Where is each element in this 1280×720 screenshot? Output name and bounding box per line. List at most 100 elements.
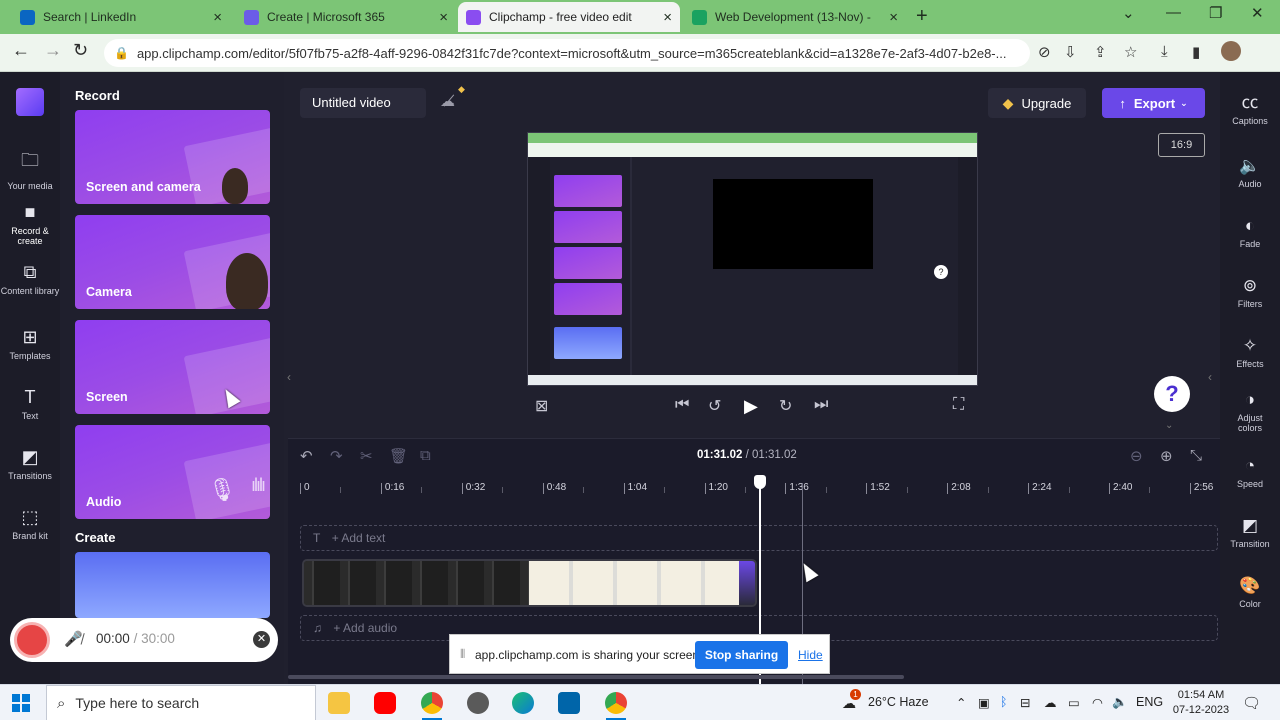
tab-web-development[interactable]: Web Development (13-Nov) - × [684, 2, 906, 32]
chevron-down-icon[interactable]: ⌄ [1165, 420, 1173, 431]
play-icon[interactable]: ▶ [744, 396, 758, 417]
camera-card[interactable]: Camera [75, 215, 270, 309]
delete-icon[interactable]: 🗑 [389, 447, 408, 465]
nav-your-media[interactable]: 🗀 Your media [0, 148, 60, 191]
forward-5s-icon[interactable]: ↻ [779, 396, 792, 416]
tab-microsoft-365[interactable]: Create | Microsoft 365 × [236, 2, 456, 32]
hide-preview-icon[interactable]: ⊠ [535, 396, 548, 416]
hide-link[interactable]: Hide [798, 648, 823, 662]
close-icon[interactable]: × [213, 9, 222, 26]
youtube-icon[interactable] [374, 692, 396, 714]
video-clip[interactable] [302, 559, 757, 607]
rnav-captions[interactable]: ㏄ Captions [1220, 88, 1280, 126]
record-button[interactable] [14, 622, 50, 658]
notifications-icon[interactable]: 🗨 [1242, 694, 1261, 712]
undo-icon[interactable]: ↶ [300, 447, 313, 465]
nav-record-create[interactable]: ■ Record & create [0, 202, 60, 246]
bookmark-star-icon[interactable]: ☆ [1124, 43, 1137, 61]
volume-icon[interactable]: 🔈 [1112, 695, 1128, 710]
video-preview[interactable]: ? [527, 132, 978, 386]
tab-search-icon[interactable]: ⌄ [1122, 4, 1135, 22]
timeline-scrollbar[interactable] [288, 675, 904, 679]
address-bar[interactable]: 🔒 app.clipchamp.com/editor/5f07fb75-a2f8… [104, 39, 1030, 67]
profile-avatar[interactable] [1221, 41, 1241, 61]
weather-text[interactable]: 26°C Haze [868, 695, 929, 709]
collapse-panel-icon[interactable]: ‹ [287, 370, 291, 384]
windows-start-icon[interactable] [12, 694, 30, 712]
forward-icon[interactable]: → [44, 40, 62, 61]
skip-to-start-icon[interactable]: ⏮ [675, 396, 689, 414]
tab-clipchamp[interactable]: Clipchamp - free video edit × [458, 2, 680, 32]
device-icon[interactable]: ▣ [978, 695, 990, 710]
file-explorer-icon[interactable] [328, 692, 350, 714]
close-icon[interactable]: × [663, 9, 672, 26]
window-close-icon[interactable]: ✕ [1251, 4, 1264, 22]
zoom-out-icon[interactable]: ⊖ [1130, 447, 1143, 465]
screen-card[interactable]: Screen [75, 320, 270, 414]
tab-linkedin[interactable]: Search | LinkedIn × [12, 2, 230, 32]
playhead-handle[interactable] [754, 475, 766, 489]
create-card[interactable] [75, 552, 270, 618]
rewind-5s-icon[interactable]: ↺ [708, 396, 721, 416]
close-recorder-icon[interactable]: ✕ [253, 631, 270, 648]
duplicate-icon[interactable]: ⧉ [420, 447, 431, 464]
vscode-icon[interactable] [558, 692, 580, 714]
nav-transitions[interactable]: ◩ Transitions [0, 447, 60, 481]
close-icon[interactable]: × [889, 9, 898, 26]
zoom-in-icon[interactable]: ⊕ [1160, 447, 1173, 465]
camera-blocked-icon[interactable]: ⊘ [1038, 43, 1051, 61]
fit-timeline-icon[interactable]: ⤡ [1190, 447, 1202, 464]
chrome-profile-icon[interactable] [605, 692, 627, 714]
share-icon[interactable]: ⇪ [1094, 43, 1107, 61]
nav-text[interactable]: T Text [0, 387, 60, 421]
close-icon[interactable]: × [439, 9, 448, 26]
chrome-icon[interactable] [421, 692, 443, 714]
taskbar-search[interactable]: ⌕ Type here to search [46, 685, 316, 720]
screen-and-camera-card[interactable]: Screen and camera [75, 110, 270, 204]
nav-content-library[interactable]: ⧉ Content library [0, 262, 60, 296]
downloads-icon[interactable]: ⤓ [1161, 43, 1168, 60]
edge-icon[interactable] [512, 692, 534, 714]
clock[interactable]: 01:54 AM 07-12-2023 [1170, 688, 1232, 718]
aspect-ratio-button[interactable]: 16:9 [1158, 133, 1205, 157]
split-icon[interactable]: ✂ [360, 447, 373, 465]
export-button[interactable]: ↑ Export ⌄ [1102, 88, 1205, 118]
restore-icon[interactable]: ❐ [1209, 4, 1222, 22]
rnav-color[interactable]: 🎨 Color [1220, 576, 1280, 609]
cloud-off-icon[interactable]: ☁̸ [440, 92, 455, 110]
nav-templates[interactable]: ⊞ Templates [0, 327, 60, 361]
rnav-fade[interactable]: ◐ Fade [1220, 216, 1280, 249]
back-icon[interactable]: ← [12, 40, 30, 61]
reload-icon[interactable]: ↻ [73, 40, 88, 61]
skip-to-end-icon[interactable]: ⏭ [814, 396, 828, 414]
settings-gear-icon[interactable] [467, 692, 489, 714]
minimize-icon[interactable]: — [1166, 4, 1181, 21]
microphone-muted-icon[interactable]: 🎤̸ [64, 630, 83, 648]
network-icon[interactable]: ⊟ [1020, 695, 1030, 710]
bluetooth-icon[interactable]: ᛒ [1000, 695, 1008, 709]
nav-brand-kit[interactable]: ⬚ Brand kit [0, 507, 60, 541]
drag-handle-icon[interactable]: ⦀ [460, 647, 465, 662]
rnav-adjust-colors[interactable]: ◑ Adjust colors [1220, 390, 1280, 433]
language-indicator[interactable]: ENG [1136, 695, 1163, 709]
stop-sharing-button[interactable]: Stop sharing [695, 641, 788, 669]
redo-icon[interactable]: ↷ [330, 447, 343, 465]
expand-properties-icon[interactable]: ‹ [1208, 370, 1212, 384]
new-tab-button[interactable]: + [916, 5, 928, 28]
rnav-effects[interactable]: ✧ Effects [1220, 336, 1280, 369]
rnav-speed[interactable]: ◔ Speed [1220, 456, 1280, 489]
wifi-icon[interactable]: ◠ [1092, 695, 1103, 710]
show-hidden-icons-icon[interactable]: ⌃ [956, 695, 966, 710]
fullscreen-icon[interactable]: ⛶ [953, 396, 964, 414]
rnav-audio[interactable]: 🔈 Audio [1220, 156, 1280, 189]
onedrive-icon[interactable]: ☁ [1044, 695, 1057, 710]
project-title[interactable]: Untitled video [300, 88, 426, 118]
audio-card[interactable]: 🎙 ılılı Audio [75, 425, 270, 519]
side-panel-icon[interactable]: ▮ [1192, 43, 1200, 61]
lock-icon[interactable]: 🔒 [114, 46, 129, 60]
battery-icon[interactable]: ▭ [1068, 695, 1080, 710]
upgrade-button[interactable]: ◆ Upgrade [988, 88, 1086, 118]
help-button[interactable]: ? [1154, 376, 1190, 412]
rnav-transition[interactable]: ◩ Transition [1220, 516, 1280, 549]
rnav-filters[interactable]: ⊚ Filters [1220, 276, 1280, 309]
